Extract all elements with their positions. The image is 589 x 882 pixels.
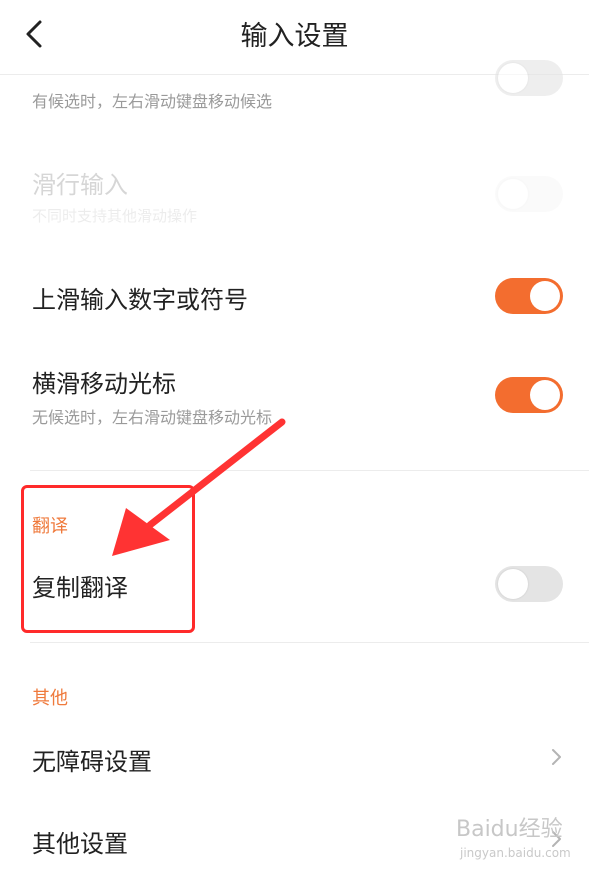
copy-translate-toggle[interactable]: [495, 566, 563, 602]
section-title-other: 其他: [32, 688, 68, 709]
toggle-knob: [498, 569, 528, 599]
swipe-cursor-description: 无候选时，左右滑动键盘移动光标: [32, 408, 273, 427]
swipe-up-symbols-toggle[interactable]: [495, 278, 563, 314]
swipe-cursor-label: 横滑移动光标: [32, 370, 176, 398]
toggle-knob: [498, 63, 528, 93]
accessibility-settings-row[interactable]: 无障碍设置: [32, 742, 152, 777]
other-settings-row[interactable]: 其他设置: [32, 824, 128, 859]
glide-input-toggle[interactable]: [495, 176, 563, 212]
annotation-highlight-box: [21, 485, 195, 633]
top-bar: 输入设置: [0, 0, 589, 70]
section-divider: [30, 642, 589, 643]
swipe-cursor-toggle[interactable]: [495, 377, 563, 413]
page-title: 输入设置: [240, 21, 349, 52]
toggle-knob: [530, 380, 560, 410]
baidu-watermark: Baidu经验: [456, 817, 563, 842]
glide-input-label: 滑行输入: [32, 171, 128, 199]
baidu-watermark-url: jingyan.baidu.com: [460, 846, 571, 860]
swipe-up-symbols-label: 上滑输入数字或符号: [32, 286, 248, 314]
move-candidate-toggle[interactable]: [495, 60, 563, 96]
section-divider: [30, 470, 589, 471]
move-candidate-description: 有候选时，左右滑动键盘移动候选: [32, 92, 273, 111]
glide-input-description: 不同时支持其他滑动操作: [32, 207, 198, 225]
toggle-knob: [530, 281, 560, 311]
chevron-right-icon: [552, 749, 561, 765]
toggle-knob: [498, 179, 528, 209]
